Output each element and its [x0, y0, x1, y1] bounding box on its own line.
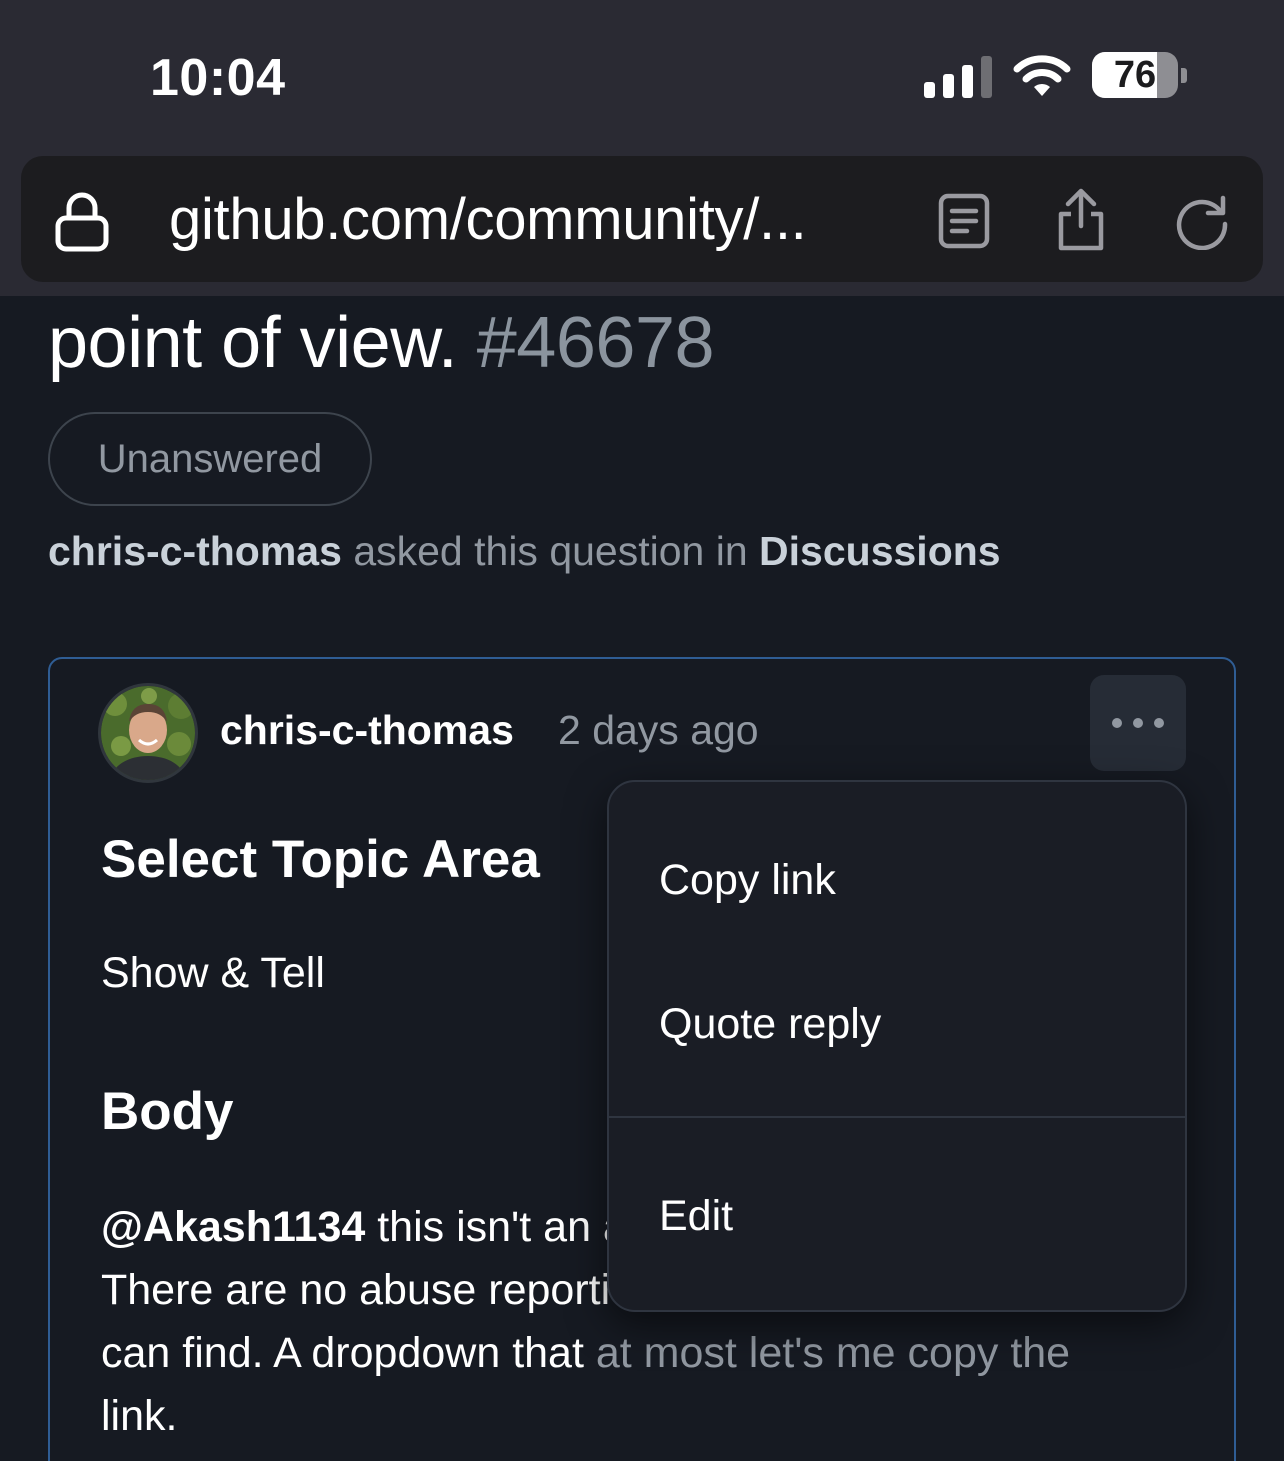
avatar[interactable]: [98, 683, 198, 783]
reload-icon[interactable]: [1173, 192, 1231, 251]
battery-level: 76: [1113, 54, 1157, 96]
comment-actions-menu: Copy link Quote reply Edit: [607, 780, 1187, 1312]
comment-body-line: can find. A dropdown that at most let's …: [101, 1329, 1070, 1378]
body-text-faded: at most let's me copy the: [595, 1329, 1071, 1377]
comment-body-line: @Akash1134 this isn't an a: [101, 1203, 627, 1252]
body-text: can find. A dropdown that: [101, 1329, 596, 1377]
url-text[interactable]: github.com/community/...: [169, 186, 807, 253]
byline-author-link[interactable]: chris-c-thomas: [48, 528, 342, 574]
discussion-byline: chris-c-thomas asked this question in Di…: [48, 524, 1001, 578]
comment-body-line: link.: [101, 1392, 178, 1440]
byline-category-link[interactable]: Discussions: [759, 528, 1001, 574]
discussion-title-text: point of view.: [48, 303, 458, 383]
topic-area-heading: Select Topic Area: [101, 830, 540, 889]
cellular-signal-icon: [924, 54, 992, 98]
menu-item-edit[interactable]: Edit: [659, 1192, 733, 1241]
lock-icon: [55, 190, 109, 252]
status-badge: Unanswered: [48, 412, 372, 506]
address-bar[interactable]: github.com/community/...: [21, 156, 1263, 282]
menu-item-quote-reply[interactable]: Quote reply: [659, 1000, 881, 1049]
comment-timestamp[interactable]: 2 days ago: [558, 707, 759, 754]
status-time: 10:04: [150, 49, 286, 107]
share-icon[interactable]: [1053, 186, 1109, 252]
status-bar: 10:04 76: [0, 0, 1284, 150]
more-options-button[interactable]: [1090, 675, 1186, 771]
byline-text: asked this question in: [353, 528, 748, 574]
menu-item-copy-link[interactable]: Copy link: [659, 856, 836, 905]
user-mention-link[interactable]: @Akash1134: [101, 1203, 365, 1251]
reader-mode-icon[interactable]: [937, 192, 991, 250]
menu-divider: [609, 1116, 1185, 1118]
battery-icon: 76: [1092, 52, 1188, 100]
topic-area-value: Show & Tell: [101, 949, 325, 997]
wifi-icon: [1012, 52, 1072, 98]
browser-toolbar: github.com/community/...: [0, 150, 1284, 296]
comment-author[interactable]: chris-c-thomas: [220, 707, 514, 754]
body-text: this isn't an a: [365, 1203, 627, 1251]
discussion-title: point of view. #46678: [48, 298, 715, 388]
body-heading: Body: [101, 1082, 234, 1141]
discussion-number: #46678: [476, 303, 715, 383]
comment-body-line: There are no abuse reporti: [101, 1266, 611, 1314]
